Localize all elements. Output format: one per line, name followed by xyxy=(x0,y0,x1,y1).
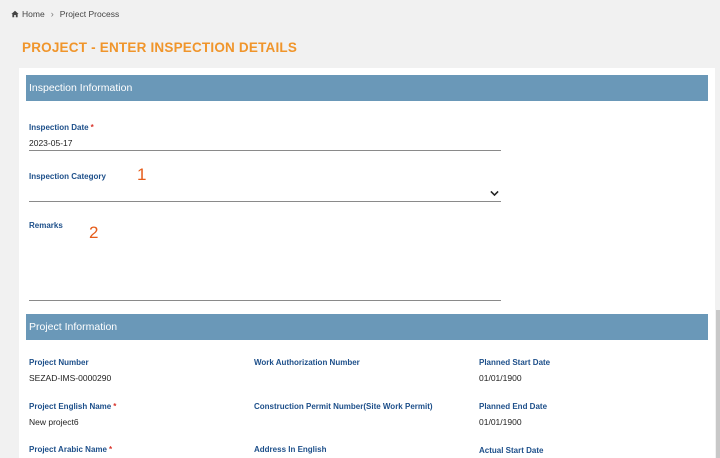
project-number-value: SEZAD-IMS-0000290 xyxy=(29,373,112,383)
annotation-1: 1 xyxy=(137,165,147,184)
planned-end-date-field: Planned End Date 01/01/1900 xyxy=(479,402,699,427)
project-arabic-name-label: Project Arabic Name xyxy=(29,445,107,454)
required-marker: * xyxy=(108,445,113,454)
work-authorization-value xyxy=(254,373,474,383)
actual-start-date-field: Actual Start Date xyxy=(479,446,699,458)
inspection-section-header: Inspection Information xyxy=(26,75,708,101)
work-authorization-label: Work Authorization Number xyxy=(254,358,360,367)
planned-start-date-label: Planned Start Date xyxy=(479,358,551,367)
required-marker: * xyxy=(90,123,94,132)
required-marker: * xyxy=(113,402,117,411)
actual-start-date-label: Actual Start Date xyxy=(479,446,544,455)
breadcrumb: Home › Project Process xyxy=(11,9,119,19)
address-english-label: Address In English xyxy=(254,445,327,454)
planned-end-date-value: 01/01/1900 xyxy=(479,417,522,427)
planned-start-date-value: 01/01/1900 xyxy=(479,373,522,383)
inspection-category-field: Inspection Category xyxy=(29,172,501,202)
form-panel: Inspection Information Inspection Date * … xyxy=(19,68,715,458)
chevron-down-icon[interactable] xyxy=(490,190,499,197)
inspection-date-label: Inspection Date xyxy=(29,123,89,132)
annotation-2: 2 xyxy=(89,223,99,242)
project-section-header: Project Information xyxy=(26,314,708,340)
remarks-label: Remarks xyxy=(29,221,63,230)
inspection-date-field: Inspection Date * 2023-05-17 xyxy=(29,123,501,151)
remarks-textarea[interactable] xyxy=(29,232,501,301)
inspection-date-input[interactable]: 2023-05-17 xyxy=(29,135,501,151)
construction-permit-field: Construction Permit Number(Site Work Per… xyxy=(254,402,474,427)
home-icon[interactable] xyxy=(11,10,19,18)
construction-permit-label: Construction Permit Number(Site Work Per… xyxy=(254,402,433,411)
work-authorization-field: Work Authorization Number xyxy=(254,358,474,383)
page-title: PROJECT - ENTER INSPECTION DETAILS xyxy=(22,40,298,55)
inspection-category-select[interactable] xyxy=(29,186,501,202)
inspection-category-label: Inspection Category xyxy=(29,172,106,181)
project-english-name-value: New project6 xyxy=(29,417,79,427)
project-english-name-field: Project English Name * New project6 xyxy=(29,402,249,427)
remarks-field: Remarks xyxy=(29,221,501,301)
chevron-right-icon: › xyxy=(50,9,54,19)
breadcrumb-current: Project Process xyxy=(59,9,120,19)
construction-permit-value xyxy=(254,417,474,427)
breadcrumb-home-link[interactable]: Home xyxy=(22,9,45,19)
address-english-field: Address In English xyxy=(254,445,474,458)
planned-end-date-label: Planned End Date xyxy=(479,402,548,411)
planned-start-date-field: Planned Start Date 01/01/1900 xyxy=(479,358,699,383)
project-english-name-label: Project English Name xyxy=(29,402,112,411)
project-number-field: Project Number SEZAD-IMS-0000290 xyxy=(29,358,249,383)
project-arabic-name-field: Project Arabic Name * xyxy=(29,445,249,458)
scrollbar[interactable] xyxy=(716,310,720,458)
project-number-label: Project Number xyxy=(29,358,89,367)
